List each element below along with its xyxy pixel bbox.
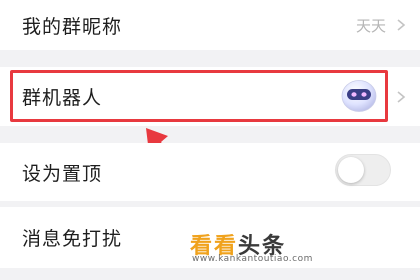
toggle-knob: [338, 157, 364, 183]
settings-row-group-nickname[interactable]: 我的群昵称 天天: [0, 0, 420, 50]
pin-top-label: 设为置顶: [22, 162, 103, 185]
pin-top-toggle[interactable]: [335, 154, 391, 186]
watermark-logo: 看看头条 www.kankantoutiao.com: [190, 228, 380, 270]
group-nickname-label: 我的群昵称: [22, 15, 123, 38]
watermark-url: www.kankantoutiao.com: [192, 254, 313, 264]
highlight-box: [10, 70, 388, 122]
group-nickname-value: 天天: [355, 16, 386, 35]
do-not-disturb-label: 消息免打扰: [22, 228, 123, 250]
chevron-right-icon: [397, 90, 406, 103]
chevron-right-icon: [397, 19, 406, 31]
